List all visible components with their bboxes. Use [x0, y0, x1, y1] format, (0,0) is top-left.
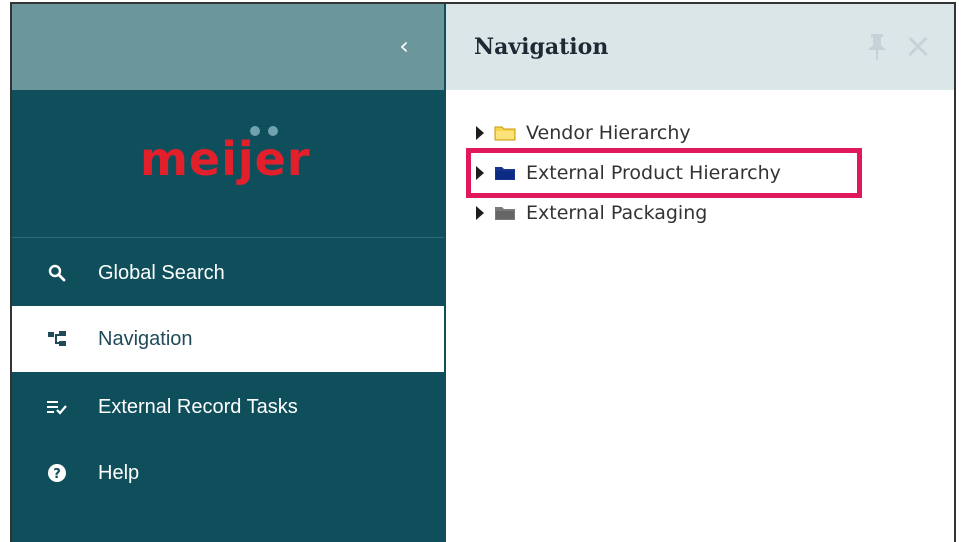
expand-arrow-icon[interactable] [476, 206, 484, 220]
pin-icon[interactable] [864, 32, 890, 62]
navigation-tree-icon [42, 330, 72, 348]
search-icon [42, 264, 72, 282]
sidebar: ‹ meijer Global Search Navigation Extern… [12, 4, 444, 542]
app-frame: ‹ meijer Global Search Navigation Extern… [10, 2, 956, 542]
highlight-box [466, 148, 862, 198]
sidebar-item-label: Help [98, 461, 140, 484]
logo-dot [250, 126, 260, 136]
logo-dot [268, 126, 278, 136]
tree-item-label: Vendor Hierarchy [526, 122, 691, 144]
panel-header: Navigation × [446, 4, 954, 90]
folder-icon [494, 205, 516, 221]
sidebar-item-label: External Record Tasks [98, 395, 298, 418]
task-list-icon [42, 399, 72, 415]
expand-arrow-icon[interactable] [476, 126, 484, 140]
folder-icon [494, 125, 516, 141]
sidebar-item-external-record-tasks[interactable]: External Record Tasks [12, 374, 444, 440]
sidebar-item-help[interactable]: ? Help [12, 440, 444, 506]
sidebar-item-navigation[interactable]: Navigation [12, 306, 444, 372]
panel-title: Navigation [474, 34, 609, 60]
collapse-sidebar-button[interactable]: ‹ [390, 30, 418, 62]
navigation-panel: Navigation × Vendor Hierarchy External P… [444, 4, 954, 542]
help-icon: ? [42, 463, 72, 483]
sidebar-header: ‹ [12, 4, 444, 90]
logo-area: meijer [12, 90, 444, 238]
tree-item-label: External Packaging [526, 202, 708, 224]
close-icon[interactable]: × [902, 29, 934, 63]
svg-text:?: ? [53, 467, 61, 482]
meijer-logo: meijer [140, 126, 311, 186]
logo-text: meijer [140, 132, 311, 186]
sidebar-item-global-search[interactable]: Global Search [12, 240, 444, 306]
sidebar-item-label: Global Search [98, 261, 225, 284]
tree-item-external-packaging[interactable]: External Packaging [476, 198, 896, 228]
sidebar-item-label: Navigation [98, 327, 193, 350]
tree-item-vendor-hierarchy[interactable]: Vendor Hierarchy [476, 118, 896, 148]
